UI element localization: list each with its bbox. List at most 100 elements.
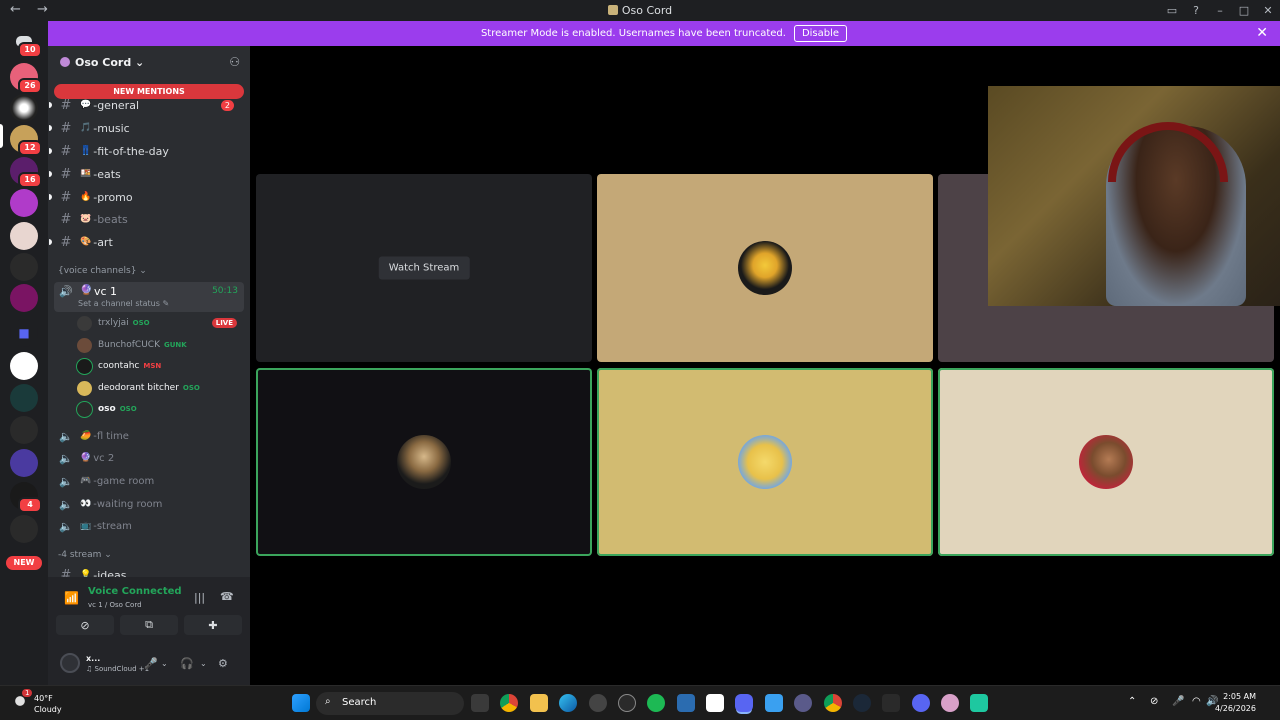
app-icon[interactable] bbox=[941, 694, 959, 712]
voice-user-name: oso bbox=[98, 404, 116, 414]
tray-chevron-icon[interactable]: ⌃ bbox=[1128, 696, 1136, 707]
notepad-icon[interactable] bbox=[765, 694, 783, 712]
server-icon[interactable] bbox=[10, 416, 38, 444]
avatar[interactable] bbox=[60, 653, 80, 673]
channel-eats[interactable]: # 🍱 -eats bbox=[49, 164, 244, 184]
disable-streamer-mode-button[interactable]: Disable bbox=[793, 25, 848, 42]
stream-tile[interactable]: Watch Stream bbox=[256, 174, 592, 362]
headphones-icon[interactable]: 🎧 bbox=[180, 657, 194, 670]
network-icon[interactable]: ⊘ bbox=[1150, 696, 1158, 707]
discord-app-icon[interactable] bbox=[912, 694, 930, 712]
server-folder-icon[interactable]: ■ bbox=[10, 319, 38, 347]
chrome-icon[interactable] bbox=[500, 694, 518, 712]
mic-icon[interactable]: 🎤 bbox=[144, 657, 158, 670]
stream-category[interactable]: -4 stream ⌄ bbox=[58, 550, 112, 560]
voice-channel[interactable]: 🔈 📺 -stream bbox=[56, 517, 244, 535]
maximize-icon[interactable]: □ bbox=[1232, 0, 1256, 21]
active-voice-channel[interactable]: 🔊 🔮 vc 1 50:13 Set a channel status ✎ bbox=[54, 282, 244, 312]
voice-channel[interactable]: 🔈 🥭 -fl time bbox=[56, 427, 244, 445]
speaker-icon: 🔈 bbox=[59, 497, 73, 511]
windows-start-icon[interactable] bbox=[292, 694, 310, 712]
voice-channel[interactable]: 🔈 👀 -waiting room bbox=[56, 495, 244, 513]
voice-channel[interactable]: 🔈 🔮 vc 2 bbox=[56, 449, 244, 467]
wifi-icon[interactable]: ◠ bbox=[1192, 696, 1201, 707]
voice-user[interactable]: oso OSO bbox=[77, 400, 241, 418]
participant-tile[interactable] bbox=[938, 368, 1274, 556]
channel-beats[interactable]: # 🐷 -beats bbox=[56, 209, 244, 229]
server-icon[interactable] bbox=[10, 449, 38, 477]
file-explorer-icon[interactable] bbox=[530, 694, 548, 712]
screen-share-button[interactable]: ⧉ bbox=[120, 615, 178, 635]
channel-art[interactable]: # 🎨 -art bbox=[49, 232, 244, 252]
close-window-icon[interactable]: ✕ bbox=[1256, 0, 1280, 21]
participant-tile[interactable] bbox=[256, 368, 592, 556]
voice-channel[interactable]: 🔈 🎮 -game room bbox=[56, 472, 244, 490]
help-icon[interactable]: ? bbox=[1184, 0, 1208, 21]
spotify-icon[interactable] bbox=[647, 694, 665, 712]
server-icon[interactable] bbox=[10, 384, 38, 412]
app-icon[interactable] bbox=[970, 694, 988, 712]
unread-dot bbox=[49, 148, 52, 154]
camera-off-button[interactable]: ⊘ bbox=[56, 615, 114, 635]
activities-button[interactable]: ✚ bbox=[184, 615, 242, 635]
server-icon[interactable] bbox=[10, 515, 38, 543]
app-icon[interactable] bbox=[794, 694, 812, 712]
voice-user[interactable]: coontahc MSN bbox=[77, 357, 241, 375]
voice-user[interactable]: deodorant bitcher OSO bbox=[77, 379, 241, 397]
mic-tray-icon[interactable]: 🎤 bbox=[1172, 696, 1184, 707]
photos-icon[interactable] bbox=[677, 694, 695, 712]
server-icon[interactable]: 16 bbox=[10, 157, 42, 188]
minimize-icon[interactable]: – bbox=[1208, 0, 1232, 21]
disconnect-icon[interactable]: ☎ bbox=[220, 590, 234, 603]
participant-tile[interactable] bbox=[597, 368, 933, 556]
server-icon[interactable] bbox=[10, 189, 38, 217]
channel-music[interactable]: # 🎵 -music bbox=[49, 118, 244, 138]
epic-games-icon[interactable] bbox=[882, 694, 900, 712]
server-icon[interactable] bbox=[10, 253, 38, 281]
voice-location[interactable]: vc 1 / Oso Cord bbox=[88, 601, 142, 609]
server-icon[interactable] bbox=[10, 284, 38, 312]
search-icon: ⌕ bbox=[325, 696, 331, 707]
discord-taskbar-icon[interactable] bbox=[735, 694, 753, 712]
chevron-down-icon[interactable]: ⌄ bbox=[200, 659, 207, 668]
watch-stream-button[interactable]: Watch Stream bbox=[378, 256, 470, 280]
media-player-icon[interactable] bbox=[589, 694, 607, 712]
participant-tile[interactable] bbox=[597, 174, 933, 362]
voice-user-name: deodorant bitcher bbox=[98, 383, 179, 393]
channel-fit-of-the-day[interactable]: # 👖 -fit-of-the-day bbox=[49, 141, 244, 161]
channel-status[interactable]: Set a channel status ✎ bbox=[78, 299, 169, 308]
steam-icon[interactable] bbox=[853, 694, 871, 712]
guild-header[interactable]: Oso Cord ⌄ ⚇ bbox=[48, 46, 250, 78]
obs-icon[interactable] bbox=[618, 694, 636, 712]
server-icon[interactable] bbox=[10, 222, 38, 250]
new-servers-pill[interactable]: NEW bbox=[6, 556, 42, 570]
voice-category[interactable]: {voice channels} ⌄ bbox=[58, 266, 147, 276]
server-icon[interactable]: 4 bbox=[10, 482, 42, 513]
server-icon[interactable]: 26 bbox=[10, 63, 42, 94]
invite-icon[interactable]: ⚇ bbox=[229, 55, 240, 69]
task-view-icon[interactable] bbox=[471, 694, 489, 712]
noise-suppression-icon[interactable]: ||| bbox=[194, 591, 205, 604]
chevron-down-icon[interactable]: ⌄ bbox=[161, 659, 168, 668]
edge-icon[interactable] bbox=[559, 694, 577, 712]
signal-icon[interactable]: 📶 bbox=[64, 591, 79, 605]
close-banner-icon[interactable]: ✕ bbox=[1256, 25, 1268, 41]
channel-emoji: 🔥 bbox=[80, 192, 92, 202]
server-icon[interactable]: 12 bbox=[10, 125, 42, 156]
avatar bbox=[77, 401, 92, 417]
voice-user[interactable]: BunchofCUCK GUNK bbox=[77, 336, 241, 354]
taskbar-search[interactable]: ⌕ Search bbox=[316, 692, 464, 715]
voice-user[interactable]: trxlyjai OSO LIVE bbox=[77, 314, 241, 332]
home-server-button[interactable]: 10 bbox=[10, 27, 42, 58]
new-mentions-pill[interactable]: NEW MENTIONS bbox=[54, 84, 244, 99]
streamer-camera-preview[interactable] bbox=[988, 86, 1280, 306]
server-icon[interactable] bbox=[10, 352, 38, 380]
system-clock[interactable]: 2:05 AM 4/26/2026 bbox=[1215, 691, 1256, 715]
settings-gear-icon[interactable]: ⚙ bbox=[218, 657, 228, 670]
voice-channel-name: -game room bbox=[93, 475, 155, 487]
capcut-icon[interactable] bbox=[706, 694, 724, 712]
channel-promo[interactable]: # 🔥 -promo bbox=[49, 187, 244, 207]
server-icon[interactable] bbox=[10, 94, 38, 122]
chrome-profile-icon[interactable] bbox=[824, 694, 842, 712]
inbox-icon[interactable]: ▭ bbox=[1160, 0, 1184, 21]
